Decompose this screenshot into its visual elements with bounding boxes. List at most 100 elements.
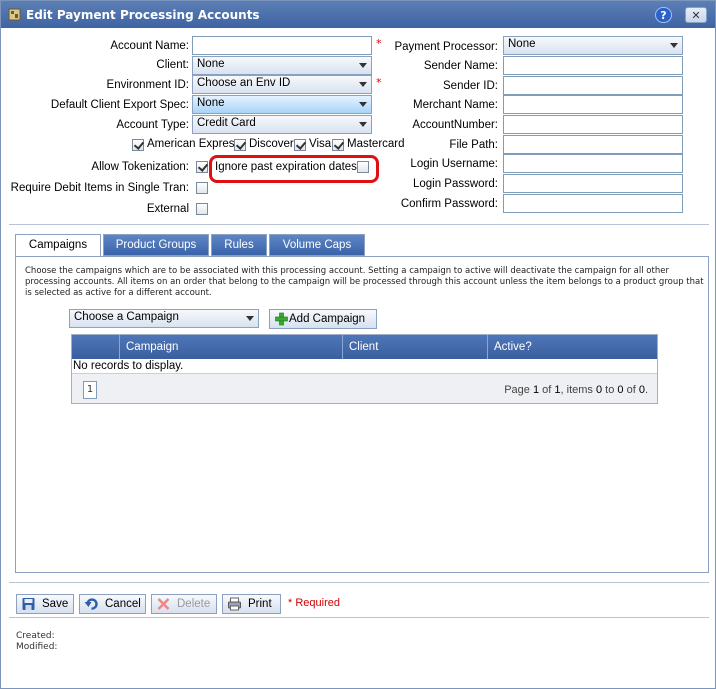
window-title: Edit Payment Processing Accounts <box>26 8 260 22</box>
client-label: Client: <box>156 59 189 71</box>
section-divider <box>9 224 709 225</box>
tab-strip: Campaigns Product Groups Rules Volume Ca… <box>15 234 705 257</box>
environment-select-value: Choose an Env ID <box>197 77 291 89</box>
sender-id-label: Sender ID: <box>443 80 498 92</box>
empty-grid-message: No records to display. <box>73 360 184 372</box>
pager-text: of <box>623 384 639 396</box>
require-debit-checkbox[interactable] <box>196 182 208 194</box>
login-password-label: Login Password: <box>412 178 498 190</box>
delete-button[interactable]: Delete <box>151 594 217 614</box>
column-header-client[interactable]: Client <box>342 335 487 359</box>
ignore-expiration-checkbox[interactable] <box>357 161 369 173</box>
discover-label: Discover <box>249 138 294 150</box>
chevron-down-icon <box>359 102 367 107</box>
grid-header: Campaign Client Active? <box>72 335 657 359</box>
external-label: External <box>146 203 189 215</box>
mastercard-label: Mastercard <box>347 138 405 150</box>
client-select-value: None <box>197 58 225 70</box>
merchant-name-label: Merchant Name: <box>412 99 498 111</box>
require-debit-label: Require Debit Items in Single Tran: <box>10 182 189 194</box>
ignore-expiration-label: Ignore past expiration dates: <box>215 161 361 173</box>
mastercard-checkbox[interactable] <box>332 139 344 151</box>
column-header-campaign[interactable]: Campaign <box>119 335 342 359</box>
campaigns-description: Choose the campaigns which are to be ass… <box>25 266 704 298</box>
cancel-label: Cancel <box>105 598 141 610</box>
environment-label: Environment ID: <box>106 79 189 91</box>
login-username-label: Login Username: <box>410 158 498 170</box>
delete-x-icon <box>157 598 170 610</box>
visa-checkbox[interactable] <box>294 139 306 151</box>
account-number-input[interactable] <box>503 115 683 134</box>
payment-processor-select-value: None <box>508 38 536 50</box>
pager-text: , items <box>560 384 596 396</box>
choose-campaign-select[interactable]: Choose a Campaign <box>69 309 259 328</box>
amex-checkbox[interactable] <box>132 139 144 151</box>
required-star: * <box>376 37 382 50</box>
export-spec-label: Default Client Export Spec: <box>50 99 189 111</box>
account-type-label: Account Type: <box>116 119 189 131</box>
cancel-button[interactable]: Cancel <box>79 594 146 614</box>
allow-tokenization-label: Allow Tokenization: <box>91 161 189 173</box>
chevron-down-icon <box>359 82 367 87</box>
chevron-down-icon <box>359 63 367 68</box>
external-checkbox[interactable] <box>196 203 208 215</box>
floppy-disk-icon <box>22 598 35 610</box>
pager-text: to <box>602 384 618 396</box>
sender-name-input[interactable] <box>503 56 683 75</box>
required-star: * <box>376 76 382 89</box>
payment-processor-select[interactable]: None <box>503 36 683 55</box>
account-type-select[interactable]: Credit Card <box>192 115 372 134</box>
print-button[interactable]: Print <box>222 594 281 614</box>
delete-label: Delete <box>177 598 211 610</box>
modified-label: Modified: <box>16 642 58 652</box>
window-app-icon <box>8 8 21 21</box>
confirm-password-input[interactable] <box>503 194 683 213</box>
section-divider <box>9 617 709 618</box>
created-label: Created: <box>16 631 55 641</box>
print-label: Print <box>248 598 272 610</box>
login-password-input[interactable] <box>503 174 683 193</box>
tab-rules[interactable]: Rules <box>211 234 267 256</box>
account-number-label: AccountNumber: <box>412 119 498 131</box>
save-label: Save <box>42 598 69 610</box>
confirm-password-label: Confirm Password: <box>400 198 498 210</box>
section-divider <box>9 582 709 583</box>
account-name-label: Account Name: <box>110 40 189 52</box>
client-select[interactable]: None <box>192 56 372 75</box>
dialog-window: Edit Payment Processing Accounts ? ✕ Acc… <box>0 0 716 689</box>
tab-product-groups[interactable]: Product Groups <box>103 234 209 256</box>
tab-volume-caps[interactable]: Volume Caps <box>269 234 365 256</box>
column-header-active[interactable]: Active? <box>487 335 657 359</box>
account-type-select-value: Credit Card <box>197 117 256 129</box>
dialog-content: Account Name: * Client: None Environment… <box>1 28 715 688</box>
title-bar[interactable]: Edit Payment Processing Accounts ? ✕ <box>1 1 715 28</box>
pager-text: of <box>539 384 555 396</box>
choose-campaign-select-value: Choose a Campaign <box>74 311 179 323</box>
close-button[interactable]: ✕ <box>685 7 707 23</box>
merchant-name-input[interactable] <box>503 95 683 114</box>
export-spec-select[interactable]: None <box>192 95 372 114</box>
add-campaign-label: Add Campaign <box>289 313 366 325</box>
grid-pager: 1 Page 1 of 1, items 0 to 0 of 0. <box>72 373 657 403</box>
tab-campaigns[interactable]: Campaigns <box>15 234 101 257</box>
printer-icon <box>228 597 241 611</box>
save-button[interactable]: Save <box>16 594 74 614</box>
payment-processor-label: Payment Processor: <box>394 41 498 53</box>
help-button[interactable]: ? <box>655 7 672 23</box>
page-number-button[interactable]: 1 <box>83 381 97 399</box>
discover-checkbox[interactable] <box>234 139 246 151</box>
allow-tokenization-checkbox[interactable] <box>196 161 208 173</box>
pager-info: Page 1 of 1, items 0 to 0 of 0. <box>504 384 648 396</box>
chevron-down-icon <box>359 122 367 127</box>
environment-select[interactable]: Choose an Env ID <box>192 75 372 94</box>
file-path-input[interactable] <box>503 135 683 154</box>
account-name-input[interactable] <box>192 36 372 55</box>
sender-id-input[interactable] <box>503 76 683 95</box>
chevron-down-icon <box>670 43 678 48</box>
sender-name-label: Sender Name: <box>423 60 498 72</box>
campaigns-grid: Campaign Client Active? No records to di… <box>71 334 658 404</box>
add-campaign-button[interactable]: Add Campaign <box>269 309 377 329</box>
pager-text: Page <box>504 384 533 396</box>
login-username-input[interactable] <box>503 154 683 173</box>
add-icon <box>275 312 288 326</box>
